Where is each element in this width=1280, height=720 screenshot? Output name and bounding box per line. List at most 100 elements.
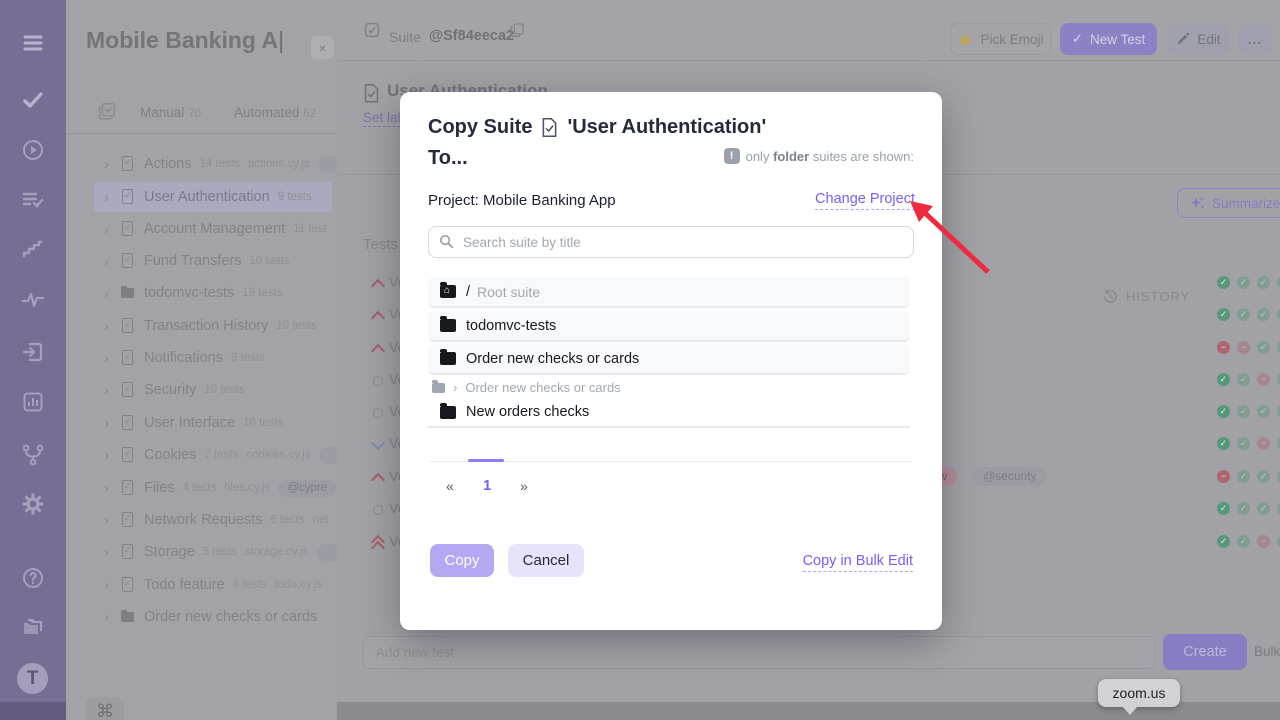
tree-item[interactable]: › Actions 14 tests actions.cy.js [86,149,337,179]
pagination-next[interactable]: » [520,478,528,494]
help-icon[interactable] [20,565,46,591]
run-status-dots [1217,437,1280,450]
summarize-button[interactable]: Summarize [1177,188,1280,218]
run-status-dots [1217,535,1280,548]
suite-doc-icon [120,221,136,237]
suite-doc-icon [540,117,559,138]
pagination-prev[interactable]: « [446,478,454,494]
chevron-right-icon: › [104,253,118,270]
modal-title: Copy Suite 'User Authentication' [428,116,766,139]
tree-item[interactable]: › Cookies 7 tests cookies.cy.js [86,440,337,470]
folder-icon [120,609,136,625]
tree-item-selected[interactable]: › User Authentication 9 tests [94,182,332,212]
tree-item[interactable]: › Transaction History 10 tests [86,311,337,341]
copy-in-bulk-edit-link[interactable]: Copy in Bulk Edit [803,553,913,572]
tag-badge: @security [973,467,1047,486]
suite-topbar: Suite @Sf84eeca2 Pick Emoji ✓ New Test E… [337,0,1280,61]
pick-emoji-button[interactable]: Pick Emoji [950,23,1051,55]
tag-badge [316,544,338,561]
folder-note: ! only folder suites are shown: [724,148,914,164]
suite-option[interactable]: New orders checks [428,398,910,428]
analytics-chart-icon[interactable] [20,389,46,415]
chevron-right-icon: › [104,447,118,464]
project-title[interactable]: Mobile Banking A| [86,27,284,54]
runs-play-icon[interactable] [20,137,46,163]
suite-option-root[interactable]: / Root suite [428,277,910,308]
milestones-steps-icon[interactable] [20,237,46,263]
chevron-right-icon: › [104,577,118,594]
priority-icon [370,340,386,356]
tag-badge [318,156,338,173]
command-key-icon[interactable]: ⌘ [86,697,124,720]
pagination-page-1[interactable]: 1 [483,477,491,494]
edit-button[interactable]: Edit [1167,23,1230,55]
zoom-app-tooltip: zoom.us [1098,679,1180,707]
tab-manual[interactable]: Manual70 [140,105,201,120]
tree-item[interactable]: › Files 4 tests files.cy.js @cypre [86,473,337,503]
priority-icon [370,404,386,420]
tests-heading: Tests [363,236,398,253]
bulk-link[interactable]: Bulk [1254,644,1280,659]
suite-id: @Sf84eeca2 [429,28,514,44]
run-status-dots [1217,470,1280,483]
tree-item[interactable]: › Storage 5 tests storage.cy.js [86,537,337,567]
priority-icon [370,469,386,485]
copy-id-icon[interactable] [509,22,525,38]
suite-option[interactable]: todomvc-tests [428,311,910,342]
chevron-right-icon: › [104,221,118,238]
pulse-activity-icon[interactable] [20,287,46,313]
priority-icon [370,372,386,388]
tag-badge: @cypre [278,480,336,497]
tree-item[interactable]: › Notifications 9 tests [86,343,337,373]
run-status-dots [1217,276,1280,289]
tests-check-icon[interactable] [20,87,46,113]
copy-button[interactable]: Copy [430,544,494,577]
tree-item[interactable]: › Todo feature 4 tests todo.cy.js [86,570,337,600]
suite-doc-icon [120,189,136,205]
plans-checklist-icon[interactable] [20,187,46,213]
suite-search-input[interactable] [428,226,914,258]
menu-icon[interactable] [20,30,46,56]
create-button[interactable]: Create [1163,634,1247,670]
more-actions-button[interactable]: ... [1238,23,1272,55]
active-page-indicator [468,459,504,462]
import-icon[interactable] [20,339,46,365]
new-test-button[interactable]: ✓ New Test [1060,23,1157,55]
info-icon: ! [724,148,740,164]
add-new-test-input[interactable] [363,636,1155,669]
project-line: Project: Mobile Banking App [428,192,616,209]
suite-doc-icon [120,544,136,560]
tree-item[interactable]: › Order new checks or cards [86,602,337,632]
settings-gear-icon[interactable] [20,491,46,517]
tree-item[interactable]: › Network Requests 6 tests net [86,505,337,535]
suite-doc-icon [120,382,136,398]
change-project-link[interactable]: Change Project [815,191,915,210]
run-status-dots [1217,341,1280,354]
chevron-right-icon: › [104,156,118,173]
check-icon: ✓ [1072,31,1083,47]
suites-panel: Mobile Banking A| × Manual70 Automated62… [66,0,338,720]
sparkles-icon [1190,196,1205,211]
folder-icon [440,319,456,332]
app-rail: T [0,0,66,720]
branches-icon[interactable] [20,442,46,468]
set-label-link[interactable]: Set lab [363,110,405,127]
close-icon[interactable]: × [311,36,334,59]
suite-option[interactable]: Order new checks or cards [428,344,910,375]
projects-folders-icon[interactable] [20,614,46,640]
chevron-right-icon: › [104,189,118,206]
cancel-button[interactable]: Cancel [508,544,584,577]
chevron-right-icon: › [104,480,118,497]
suite-breadcrumb: › Order new checks or cards [432,380,621,395]
tree-item[interactable]: › Account Management 11 test [86,214,337,244]
folder-icon [120,285,136,301]
copy-suite-modal: Copy Suite 'User Authentication' To... !… [400,92,942,630]
copy-check-icon [96,100,118,122]
tab-automated[interactable]: Automated62 [234,105,316,120]
parent-folder-icon [432,383,445,393]
app-logo[interactable]: T [17,663,48,694]
tree-item[interactable]: › Fund Transfers 10 tests [86,246,337,276]
tree-item[interactable]: › Security 10 tests [86,375,337,405]
tree-item[interactable]: › todomvc-tests 19 tests [86,278,337,308]
tree-item[interactable]: › User Interface 10 tests [86,408,337,438]
